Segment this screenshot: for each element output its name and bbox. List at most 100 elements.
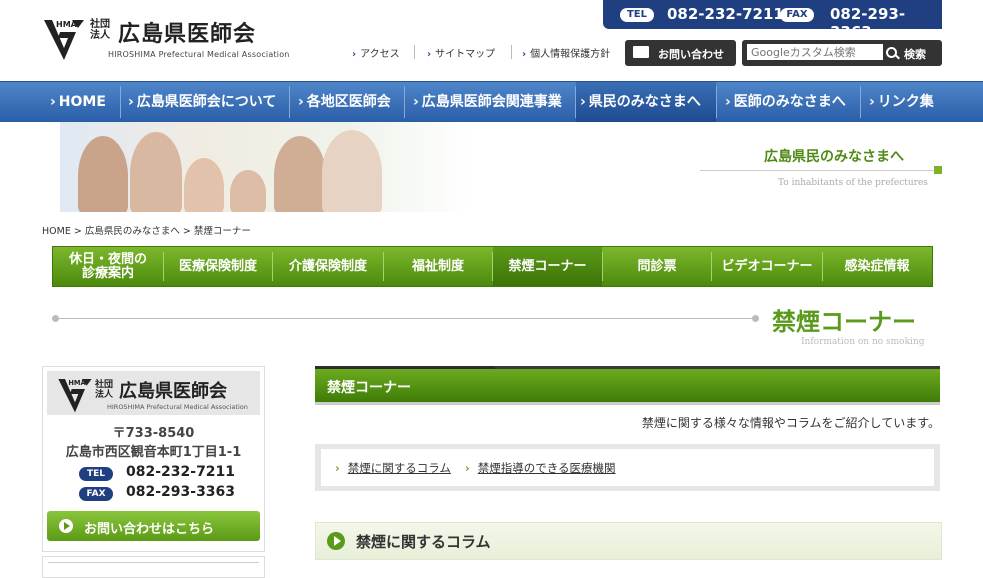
sidebar-banner	[42, 556, 265, 578]
subnav-infectious-disease[interactable]: 感染症情報	[823, 247, 931, 286]
nav-district-associations[interactable]: › 各地区医師会	[294, 82, 406, 122]
nav-home-label: HOME	[58, 94, 106, 110]
chevron-right-icon: ›	[298, 94, 304, 110]
subnav-holiday-night-clinics[interactable]: 休日・夜間の 診療案内	[53, 247, 163, 286]
chevron-right-icon: ›	[522, 49, 527, 60]
content-heading-bar: 禁煙コーナー	[315, 366, 940, 405]
chevron-right-icon: ›	[465, 461, 470, 475]
arrow-circle-icon	[59, 519, 73, 533]
nav-links[interactable]: › リンク集	[865, 82, 951, 122]
hero-subtitle: To inhabitants of the prefectures	[778, 178, 928, 188]
sidebar-logo-english-name: HIROSHIMA Prefectural Medical Associatio…	[107, 403, 248, 411]
sidebar-contact-button[interactable]: お問い合わせはこちら	[47, 511, 260, 541]
person-figure	[274, 136, 326, 212]
fax-label: FAX	[780, 8, 814, 22]
anchor-link-box-inner: › 禁煙に関するコラム › 禁煙指導のできる医療機関	[321, 449, 934, 486]
page-subtitle: Information on no smoking	[801, 337, 925, 347]
tel-label: TEL	[620, 8, 654, 22]
heading-shadow	[315, 402, 940, 405]
nav-district-associations-label: 各地区医師会	[306, 94, 391, 110]
logo-corp-text: 社団 法人	[90, 19, 110, 41]
subnav-holiday-night-line2: 診療案内	[81, 265, 134, 281]
sidebar-contact-button-label: お問い合わせはこちら	[84, 522, 215, 537]
nav-for-residents-label: 県民のみなさまへ	[588, 94, 701, 110]
access-link[interactable]: › アクセス	[352, 45, 400, 60]
sitemap-link[interactable]: › サイトマップ	[427, 45, 495, 60]
sitemap-link-label: サイトマップ	[435, 49, 496, 60]
nav-links-label: リンク集	[877, 94, 934, 110]
family-photo	[60, 122, 470, 212]
hero-divider	[700, 170, 940, 171]
nav-related-projects[interactable]: › 広島県医師会関連事業	[409, 82, 575, 122]
main-nav: › HOME › 広島県医師会について › 各地区医師会 › 広島県医師会関連事業 › 県…	[0, 81, 983, 123]
nav-for-doctors-label: 医師のみなさまへ	[733, 94, 846, 110]
subnav-video[interactable]: ビデオコーナー	[712, 247, 822, 286]
nav-divider	[120, 86, 121, 118]
clinics-anchor-link[interactable]: › 禁煙指導のできる医療機関	[465, 460, 616, 476]
nav-about[interactable]: › 広島県医師会について	[124, 82, 290, 122]
nav-divider	[404, 86, 405, 118]
column-anchor-link[interactable]: › 禁煙に関するコラム	[335, 460, 451, 476]
utility-divider	[511, 45, 512, 59]
sidebar-fax-number: 082-293-3363	[126, 484, 236, 500]
person-figure	[130, 132, 182, 212]
nav-home[interactable]: › HOME	[38, 82, 128, 122]
rule-dot	[52, 315, 59, 322]
sidebar-logo-corp-line1: 社団	[95, 380, 114, 390]
person-figure	[78, 136, 128, 212]
nav-divider	[289, 86, 290, 118]
site-logo[interactable]: HMA 社団 法人 広島県医師会 HIROSHIMA Prefectural M…	[42, 14, 292, 64]
logo-english-name: HIROSHIMA Prefectural Medical Associatio…	[108, 50, 290, 59]
subnav-welfare[interactable]: 福祉制度	[384, 247, 492, 286]
search-input[interactable]	[747, 44, 883, 60]
chevron-right-icon: ›	[427, 49, 432, 60]
page-title: 禁煙コーナー	[772, 307, 916, 336]
breadcrumb[interactable]: HOME > 広島県民のみなさまへ > 禁煙コーナー	[42, 223, 251, 237]
section-heading: 禁煙に関するコラム	[356, 533, 491, 551]
hero-square-marker	[934, 166, 942, 174]
access-link-label: アクセス	[360, 49, 400, 60]
fax-number: 082-293-3363	[830, 5, 906, 41]
search-button-label: 検索	[904, 48, 926, 61]
clinics-anchor-link-label: 禁煙指導のできる医療機関	[477, 461, 616, 475]
subnav-no-smoking[interactable]: 禁煙コーナー	[493, 247, 602, 286]
header-contact-bar: TEL 082-232-7211 FAX 082-293-3363	[603, 0, 942, 41]
search-button[interactable]: 検索	[880, 43, 938, 63]
nav-divider	[716, 86, 717, 118]
chevron-right-icon: ›	[128, 94, 134, 110]
contact-button-label: お問い合わせ	[658, 48, 724, 61]
page-title-rule	[52, 315, 759, 322]
tel-number: 082-232-7211	[667, 5, 784, 23]
sidebar-banner-inner	[48, 562, 259, 575]
nav-divider	[860, 86, 861, 118]
contact-button[interactable]: お問い合わせ	[625, 40, 736, 66]
subnav-holiday-night-line1: 休日・夜間の	[68, 251, 147, 267]
chevron-right-icon: ›	[352, 49, 357, 60]
sidebar-tel-label: TEL	[79, 467, 113, 481]
chevron-right-icon: ›	[725, 94, 731, 110]
nav-for-residents[interactable]: › 県民のみなさまへ	[576, 82, 716, 122]
privacy-policy-link[interactable]: › 個人情報保護方針	[522, 45, 610, 60]
logo-mark-text: HMA	[56, 20, 78, 29]
utility-divider	[414, 45, 415, 59]
sidebar-tel-number: 082-232-7211	[126, 464, 236, 480]
hma-logo-icon: HMA	[44, 20, 84, 60]
sidebar-logo-name: 広島県医師会	[119, 381, 227, 402]
section-heading-bar: 禁煙に関するコラム	[315, 522, 942, 560]
logo-name: 広島県医師会	[118, 22, 257, 47]
chevron-right-icon: ›	[335, 461, 340, 475]
sidebar-logo-corp-line2: 法人	[95, 390, 114, 400]
subnav-questionnaire[interactable]: 問診票	[603, 247, 711, 286]
nav-for-doctors[interactable]: › 医師のみなさまへ	[721, 82, 861, 122]
sub-nav: 休日・夜間の 診療案内 医療保険制度 介護保険制度 福祉制度 禁煙コーナー 問診票…	[52, 246, 933, 287]
subnav-medical-insurance[interactable]: 医療保険制度	[164, 247, 272, 286]
hma-logo-icon: HMA	[58, 379, 92, 413]
subnav-nursing-care-insurance[interactable]: 介護保険制度	[273, 247, 383, 286]
logo-corp-line1: 社団	[90, 19, 110, 30]
sidebar-logo[interactable]: HMA 社団 法人 広島県医師会 HIROSHIMA Prefectural M…	[47, 371, 260, 415]
logo-corp-line2: 法人	[90, 30, 110, 41]
content-heading: 禁煙コーナー	[327, 380, 411, 396]
chevron-right-icon: ›	[580, 94, 586, 110]
person-figure	[230, 170, 266, 212]
postal-code: 〒733-8540	[112, 426, 195, 441]
